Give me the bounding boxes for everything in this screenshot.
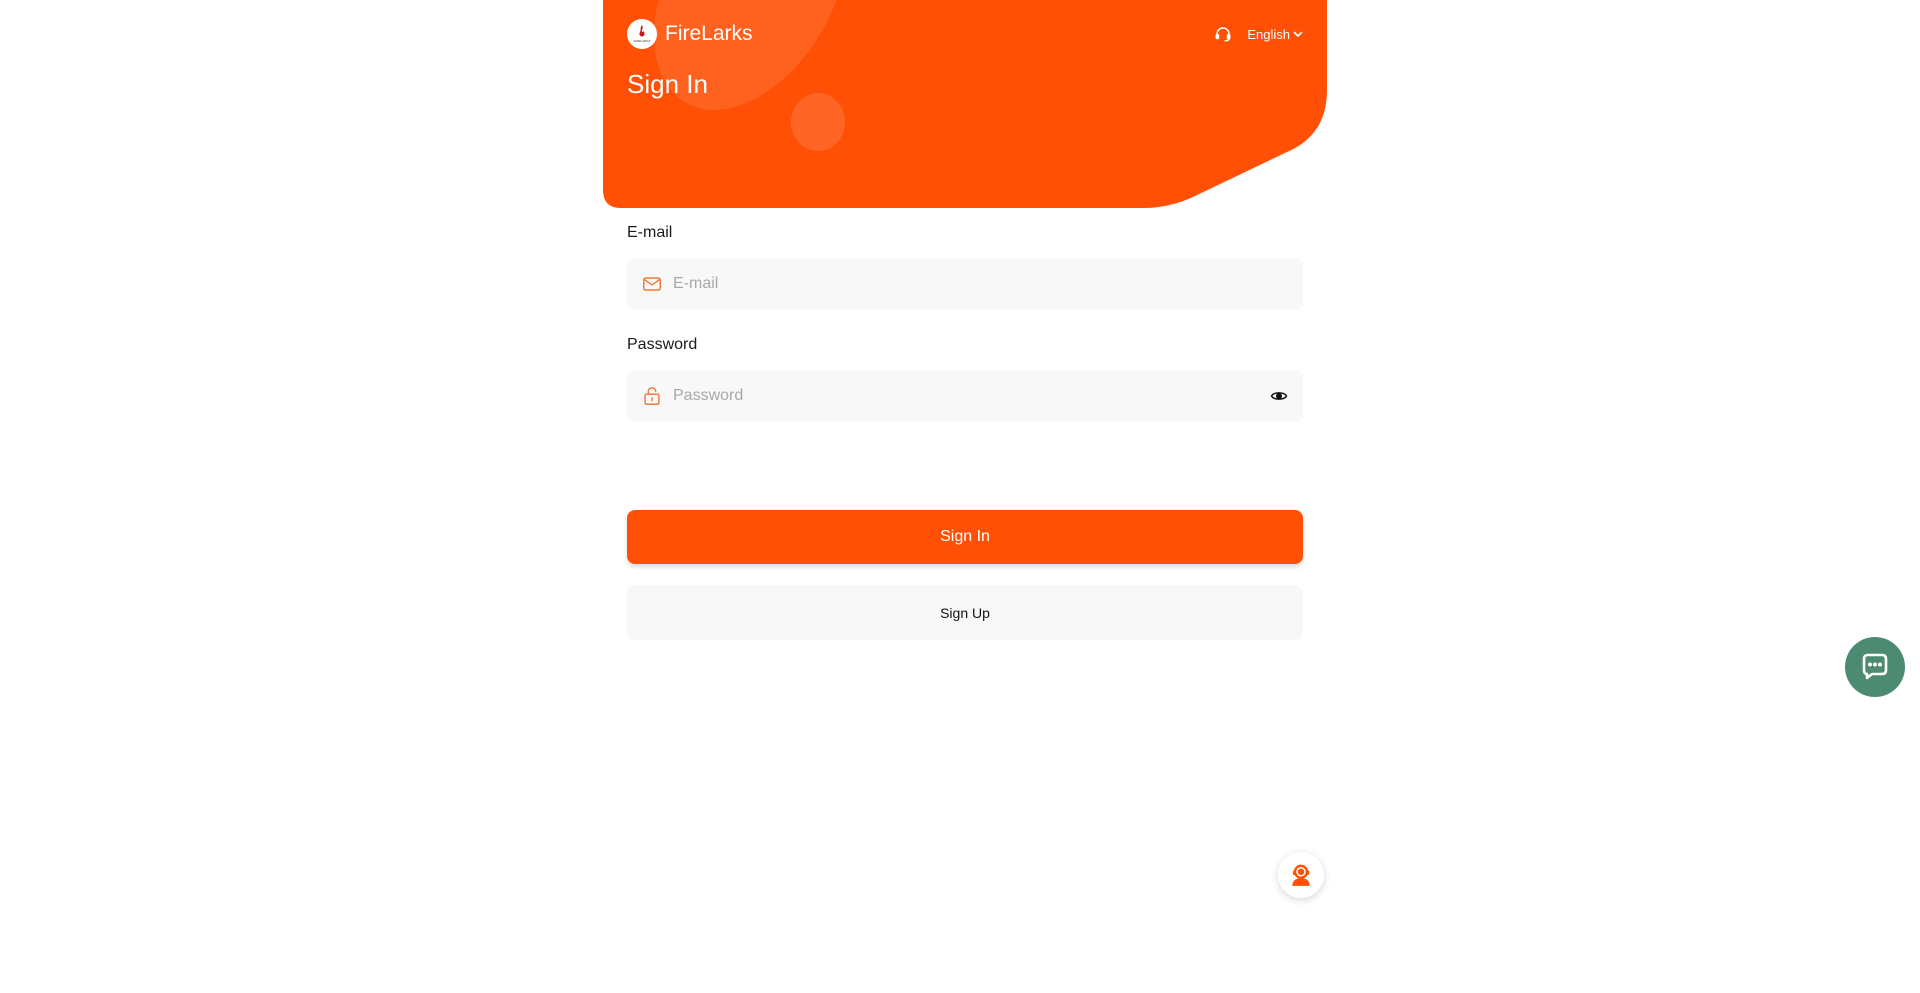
decorative-dot (791, 93, 845, 151)
lock-icon (644, 387, 660, 405)
language-label: English (1247, 26, 1290, 42)
customer-service-icon (1292, 864, 1310, 886)
login-form: E-mail Password (627, 224, 1303, 422)
mail-icon (643, 277, 661, 291)
brand-name: FireLarks (665, 22, 753, 45)
eye-icon (1270, 392, 1288, 400)
password-field-container (627, 370, 1303, 422)
sign-up-button[interactable]: Sign Up (627, 585, 1303, 640)
email-input[interactable] (673, 275, 1289, 293)
logo-text: FIRELARKS (634, 39, 651, 43)
language-selector[interactable]: English (1247, 27, 1303, 42)
sign-in-button[interactable]: Sign In (627, 510, 1303, 564)
chat-icon (1862, 653, 1888, 680)
brand-logo: FIRELARKS (627, 19, 657, 49)
email-field-container (627, 258, 1303, 310)
header-actions: English (1213, 24, 1303, 44)
page-title: Sign In (627, 69, 708, 99)
support-button[interactable] (1213, 24, 1233, 44)
customer-service-button[interactable] (1278, 852, 1324, 898)
email-label: E-mail (627, 224, 673, 241)
password-label: Password (627, 336, 698, 353)
flame-icon: FIRELARKS (634, 25, 651, 43)
toggle-password-visibility[interactable] (1269, 386, 1289, 406)
headset-icon (1215, 27, 1231, 42)
login-page: FIRELARKS FireLarks Sign In English E-ma… (603, 0, 1327, 993)
brand: FIRELARKS FireLarks (627, 19, 753, 49)
chat-button[interactable] (1845, 637, 1905, 697)
chevron-down-icon (1293, 31, 1303, 37)
header-banner: FIRELARKS FireLarks Sign In English (603, 0, 1327, 208)
password-input[interactable] (673, 387, 1269, 405)
